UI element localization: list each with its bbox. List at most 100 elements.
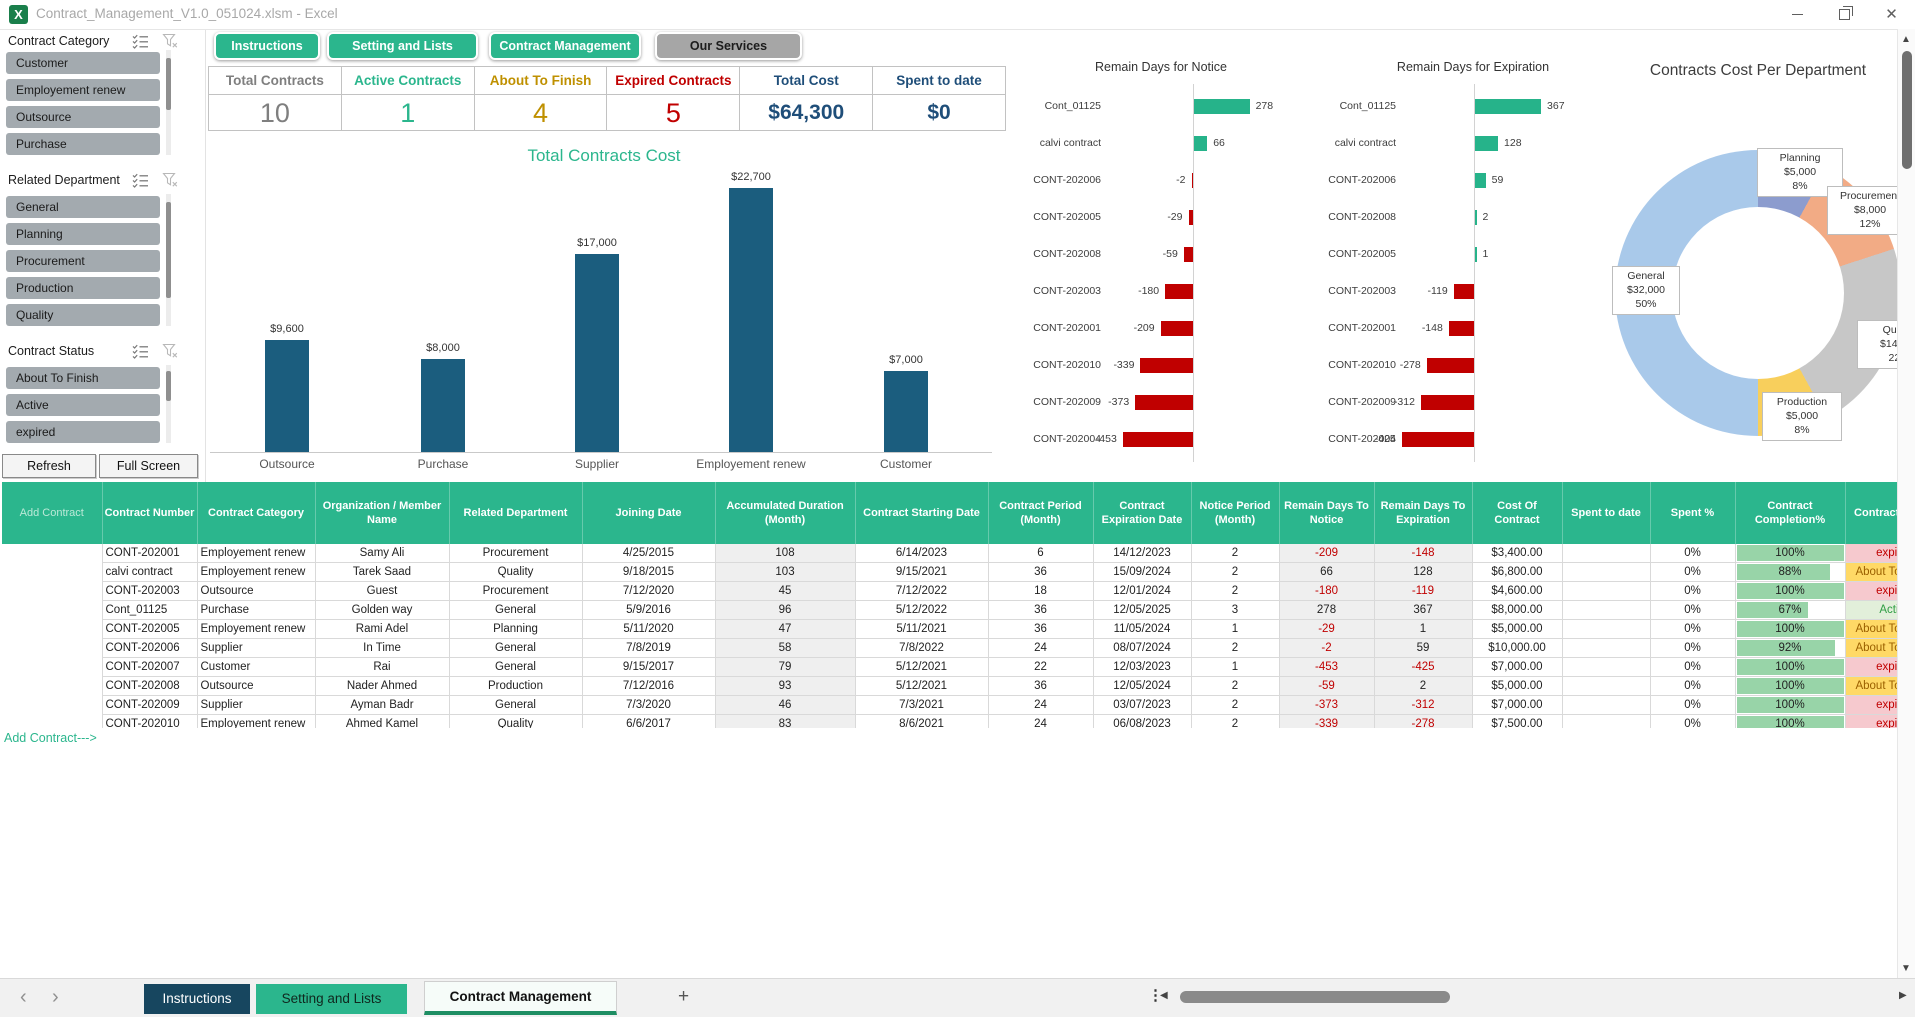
slicer-item-about-to-finish[interactable]: About To Finish — [6, 367, 160, 389]
chart-title: Contracts Cost Per Department — [1568, 62, 1915, 80]
cell-spent: 0% — [1650, 601, 1735, 620]
cell-related-department: General — [449, 696, 582, 715]
cell-add-contract — [2, 639, 102, 658]
category-label: Cont_01125 — [1318, 88, 1396, 125]
kpi-total-cost: Total Cost$64,300 — [740, 67, 873, 130]
sheet-tab-instructions[interactable]: Instructions — [144, 984, 250, 1014]
data-bar — [1449, 321, 1474, 336]
cell-related-department: Procurement — [449, 544, 582, 563]
data-bar — [1475, 99, 1541, 114]
kpi-label: Active Contracts — [342, 67, 474, 95]
cell-contract-category: Supplier — [197, 696, 315, 715]
kpi-spent-to-date: Spent to date$0 — [873, 67, 1005, 130]
cell-spent: 0% — [1650, 620, 1735, 639]
cell-add-contract — [2, 601, 102, 620]
cell-remain-days-to-expiration: 1 — [1374, 620, 1472, 639]
cell-contract-status: About To Finish — [1845, 677, 1897, 696]
hscroll-left-icon[interactable]: ◀ — [1160, 990, 1168, 1001]
cell-contract-category: Customer — [197, 658, 315, 677]
cell-accumulated-duration-month: 103 — [715, 563, 855, 582]
minimize-button[interactable] — [1774, 0, 1821, 29]
column-header-contract-number: Contract Number — [102, 482, 197, 544]
slicer-scroll-thumb[interactable] — [166, 371, 171, 401]
completion-value: 100% — [1739, 718, 1842, 728]
add-contract-link[interactable]: Add Contract---> — [4, 731, 97, 745]
prev-sheet-icon[interactable]: ‹ — [20, 987, 27, 1007]
slicer-item-expired[interactable]: expired — [6, 421, 160, 443]
cell-contract-status: expired — [1845, 715, 1897, 729]
cell-spent-to-date — [1562, 658, 1650, 677]
cell-contract-completion: 88% — [1735, 563, 1845, 582]
completion-value: 100% — [1739, 680, 1842, 692]
slicer-item-customer[interactable]: Customer — [6, 52, 160, 74]
nav-button-instructions[interactable]: Instructions — [214, 32, 320, 60]
cell-add-contract — [2, 658, 102, 677]
cell-joining-date: 6/6/2017 — [582, 715, 715, 729]
nav-button-setting-and-lists[interactable]: Setting and Lists — [327, 32, 478, 60]
slicer-item-general[interactable]: General — [6, 196, 160, 218]
hscroll-right-icon[interactable]: ▶ — [1899, 990, 1907, 1001]
scroll-down-icon[interactable]: ▼ — [1901, 963, 1911, 974]
excel-window: X Contract_Management_V1.0_051024.xlsm -… — [0, 0, 1915, 1017]
cell-cost-of-contract: $10,000.00 — [1472, 639, 1562, 658]
slice-label-production: Production$5,0008% — [1762, 392, 1842, 441]
bar-category-label: Purchase — [378, 457, 508, 471]
restore-button[interactable] — [1821, 0, 1868, 29]
cell-spent-to-date — [1562, 696, 1650, 715]
slicer-item-production[interactable]: Production — [6, 277, 160, 299]
new-sheet-icon[interactable]: + — [678, 986, 689, 1008]
close-button[interactable]: ✕ — [1868, 0, 1915, 29]
slicer-item-quality[interactable]: Quality — [6, 304, 160, 326]
clear-filter-icon[interactable] — [162, 172, 178, 193]
refresh-button[interactable]: Refresh — [2, 454, 96, 478]
category-label: calvi contract — [1006, 125, 1101, 162]
cell-contract-completion: 100% — [1735, 582, 1845, 601]
next-sheet-icon[interactable]: › — [52, 987, 59, 1007]
column-header-contract-period-month: Contract Period (Month) — [988, 482, 1093, 544]
slicer-item-procurement[interactable]: Procurement — [6, 250, 160, 272]
slicer-item-active[interactable]: Active — [6, 394, 160, 416]
column-header-cost-of-contract: Cost Of Contract — [1472, 482, 1562, 544]
multi-select-icon[interactable] — [132, 172, 149, 193]
sheet-tab-setting-and-lists[interactable]: Setting and Lists — [256, 984, 407, 1014]
horizontal-scroll-thumb[interactable] — [1180, 991, 1450, 1003]
sheet-tab-contract-management[interactable]: Contract Management — [424, 981, 617, 1015]
slicer-scroll-thumb[interactable] — [166, 202, 171, 298]
value-label: -453 — [1057, 421, 1117, 458]
data-bar — [1402, 432, 1474, 447]
scroll-up-icon[interactable]: ▲ — [1901, 34, 1911, 45]
kpi-label: Expired Contracts — [607, 67, 739, 95]
cell-remain-days-to-expiration: -425 — [1374, 658, 1472, 677]
cell-cost-of-contract: $8,000.00 — [1472, 601, 1562, 620]
slicer-scroll-thumb[interactable] — [166, 58, 171, 110]
clear-filter-icon[interactable] — [162, 343, 178, 364]
cell-contract-completion: 100% — [1735, 620, 1845, 639]
slicer-item-employement-renew[interactable]: Employement renew — [6, 79, 160, 101]
nav-button-contract-management[interactable]: Contract Management — [489, 32, 641, 60]
bar-category-label: Employement renew — [686, 457, 816, 471]
cell-remain-days-to-expiration: 128 — [1374, 563, 1472, 582]
cell-contract-category: Outsource — [197, 582, 315, 601]
multi-select-icon[interactable] — [132, 343, 149, 364]
add-contract-button[interactable]: Add Contract — [2, 482, 102, 544]
nav-button-our-services[interactable]: Our Services — [655, 32, 802, 60]
cell-remain-days-to-notice: 278 — [1279, 601, 1374, 620]
slicer-item-planning[interactable]: Planning — [6, 223, 160, 245]
cell-contract-completion: 92% — [1735, 639, 1845, 658]
table-row: Cont_01125PurchaseGolden wayGeneral5/9/2… — [2, 601, 1897, 620]
full-screen-button[interactable]: Full Screen — [99, 454, 198, 478]
multi-select-icon[interactable] — [132, 33, 149, 54]
cell-spent-to-date — [1562, 639, 1650, 658]
bar-category-label: Customer — [841, 457, 971, 471]
cell-accumulated-duration-month: 47 — [715, 620, 855, 639]
slicer-item-outsource[interactable]: Outsource — [6, 106, 160, 128]
cell-contract-completion: 100% — [1735, 658, 1845, 677]
cell-accumulated-duration-month: 108 — [715, 544, 855, 563]
table-row: CONT-202005Employement renewRami AdelPla… — [2, 620, 1897, 639]
cell-contract-starting-date: 8/6/2021 — [855, 715, 988, 729]
table-row: CONT-202010Employement renewAhmed KamelQ… — [2, 715, 1897, 729]
vertical-scroll-thumb[interactable] — [1902, 51, 1912, 169]
slicer-item-purchase[interactable]: Purchase — [6, 133, 160, 155]
cell-contract-expiration-date: 03/07/2023 — [1093, 696, 1191, 715]
vertical-scrollbar[interactable]: ▲ ▼ — [1897, 29, 1915, 978]
